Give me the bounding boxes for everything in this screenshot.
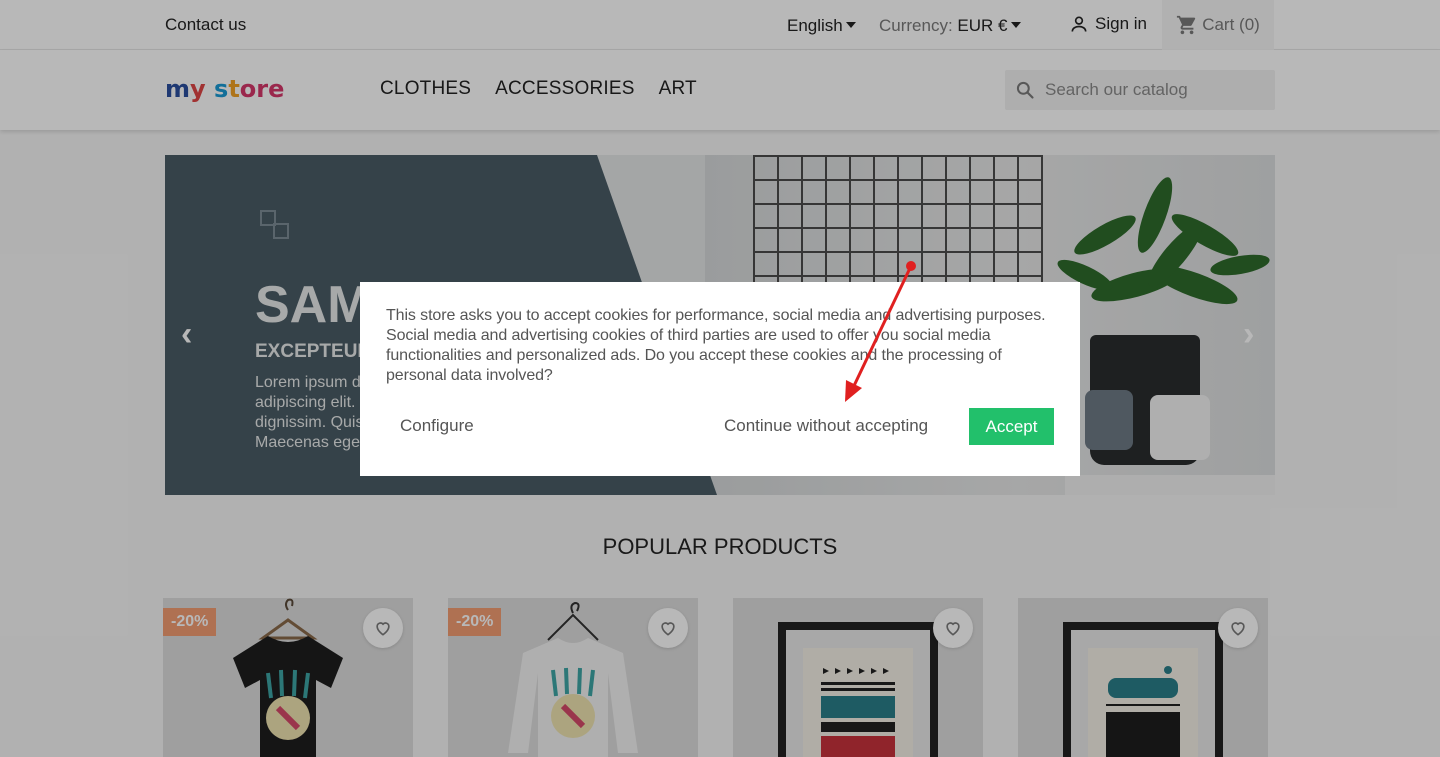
cookie-message: This store asks you to accept cookies fo… <box>386 307 1046 384</box>
continue-without-accepting-button[interactable]: Continue without accepting <box>724 416 928 436</box>
cookie-consent-dialog: This store asks you to accept cookies fo… <box>360 282 1080 476</box>
configure-button[interactable]: Configure <box>400 416 474 436</box>
accept-button[interactable]: Accept <box>969 408 1054 445</box>
